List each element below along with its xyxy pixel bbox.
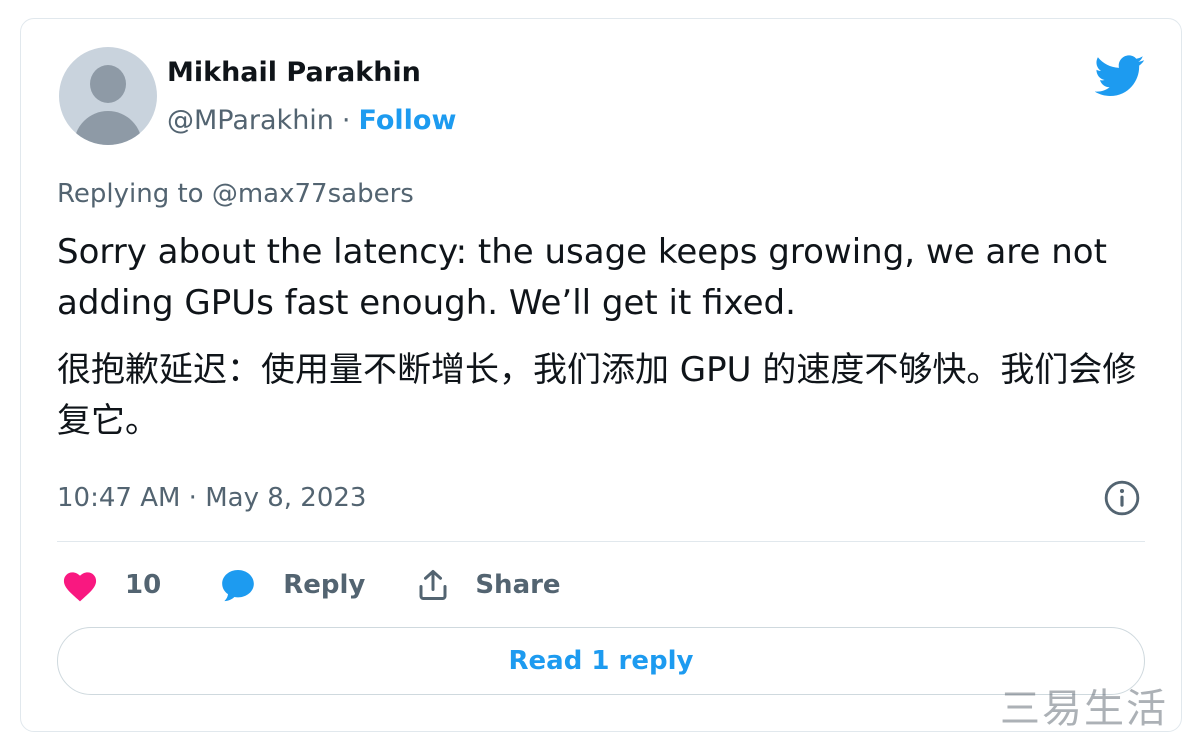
author-handle[interactable]: @MParakhin xyxy=(167,105,334,136)
action-bar: 10 Reply Share xyxy=(61,565,561,605)
watermark-text: 三易生活 xyxy=(1000,686,1168,732)
watermark-logo: 三易生活 xyxy=(1000,676,1170,732)
like-count: 10 xyxy=(125,570,162,600)
heart-icon xyxy=(63,572,97,602)
handle-separator: · xyxy=(341,105,351,136)
author-handle-row: @MParakhin · Follow xyxy=(167,105,456,136)
tweet-text-chinese: 很抱歉延迟：使用量不断增长，我们添加 GPU 的速度不够快。我们会修复它。 xyxy=(57,350,1137,441)
avatar-head-shape xyxy=(90,65,126,103)
divider xyxy=(57,541,1145,542)
follow-button[interactable]: Follow xyxy=(359,105,457,136)
avatar-body-shape xyxy=(74,111,142,145)
like-button[interactable]: 10 xyxy=(61,568,161,602)
share-label: Share xyxy=(475,570,561,600)
read-replies-button[interactable]: Read 1 reply xyxy=(57,627,1145,695)
avatar[interactable] xyxy=(59,47,157,145)
replying-mention[interactable]: @max77sabers xyxy=(212,179,414,209)
twitter-bird-icon[interactable] xyxy=(1095,55,1145,97)
replying-prefix: Replying to xyxy=(57,179,204,209)
share-icon xyxy=(419,570,447,600)
reply-bubble-icon xyxy=(222,569,255,602)
replying-to: Replying to @max77sabers xyxy=(57,179,414,209)
share-button[interactable]: Share xyxy=(415,567,561,603)
author-name[interactable]: Mikhail Parakhin xyxy=(167,57,421,88)
reply-button[interactable]: Reply xyxy=(219,566,365,604)
info-icon[interactable] xyxy=(1103,479,1141,517)
tweet-timestamp[interactable]: 10:47 AM · May 8, 2023 xyxy=(57,483,366,513)
tweet-card: Mikhail Parakhin @MParakhin · Follow Reply… xyxy=(20,18,1182,732)
reply-label: Reply xyxy=(283,570,366,600)
tweet-text-english: Sorry about the latency: the usage keeps… xyxy=(57,232,1107,323)
